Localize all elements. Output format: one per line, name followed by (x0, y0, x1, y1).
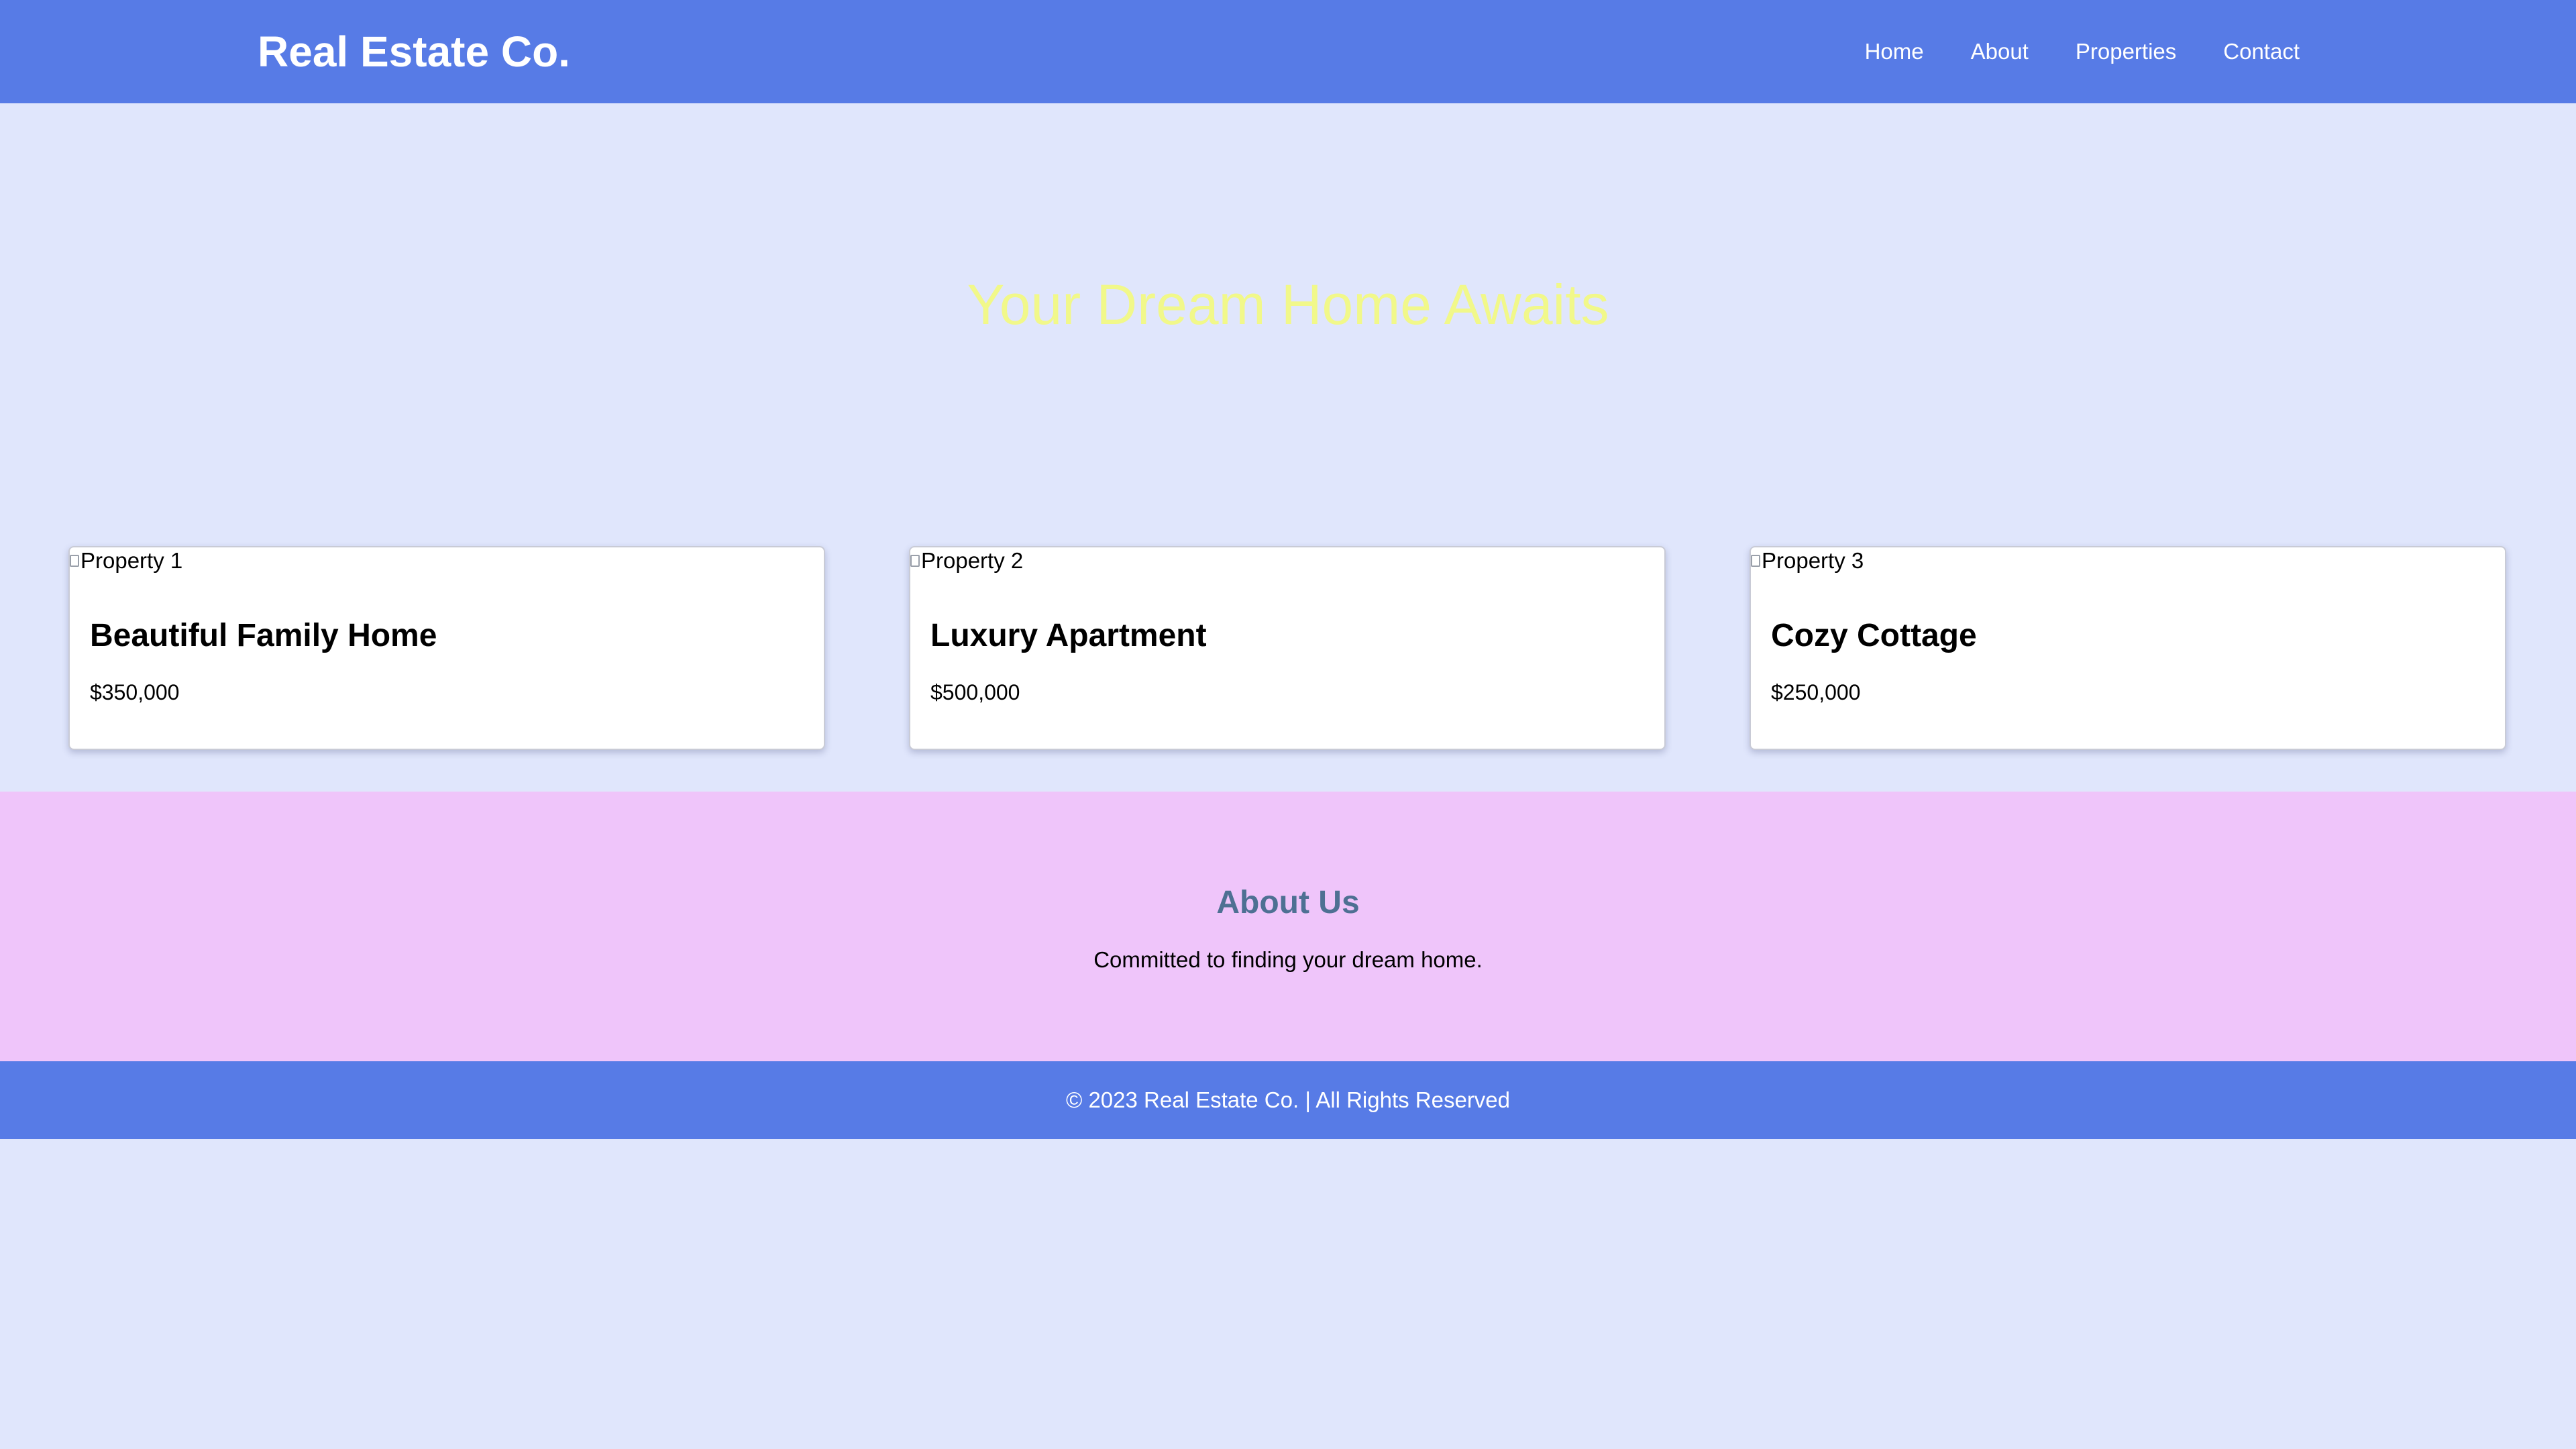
main-nav: Home About Properties Contact (1818, 38, 2300, 66)
property-card[interactable]: Property 1 Beautiful Family Home $350,00… (68, 546, 825, 750)
property-card[interactable]: Property 3 Cozy Cottage $250,000 (1750, 546, 2506, 750)
site-header: Real Estate Co. Home About Properties Co… (0, 0, 2576, 103)
nav-link-contact[interactable]: Contact (2223, 38, 2300, 66)
property-image: Property 1 (70, 547, 182, 574)
broken-image-icon (1751, 555, 1760, 567)
nav-link-home[interactable]: Home (1865, 38, 1924, 66)
hero-section: Your Dream Home Awaits (0, 103, 2576, 547)
property-title: Luxury Apartment (930, 618, 1207, 653)
about-text: Committed to finding your dream home. (1093, 947, 1483, 972)
nav-link-about[interactable]: About (1971, 38, 2029, 66)
property-image-alt: Property 1 (80, 548, 183, 573)
property-title: Beautiful Family Home (90, 618, 437, 653)
about-title: About Us (1216, 885, 1360, 920)
property-image-alt: Property 2 (921, 548, 1024, 573)
property-price: $250,000 (1771, 680, 1861, 704)
about-section: About Us Committed to finding your dream… (0, 792, 2576, 1061)
hero-title: Your Dream Home Awaits (967, 273, 1609, 336)
property-card[interactable]: Property 2 Luxury Apartment $500,000 (909, 546, 1666, 750)
broken-image-icon (70, 555, 79, 567)
property-image: Property 3 (1751, 547, 1864, 574)
property-price: $350,000 (90, 680, 180, 704)
footer-copyright: © 2023 Real Estate Co. | All Rights Rese… (1065, 1087, 1511, 1112)
nav-link-properties[interactable]: Properties (2076, 38, 2176, 66)
property-title: Cozy Cottage (1771, 618, 1977, 653)
property-image: Property 2 (910, 547, 1023, 574)
property-image-alt: Property 3 (1762, 548, 1864, 573)
site-footer: © 2023 Real Estate Co. | All Rights Rese… (0, 1061, 2576, 1139)
broken-image-icon (910, 555, 920, 567)
brand-logo[interactable]: Real Estate Co. (258, 25, 570, 78)
property-price: $500,000 (930, 680, 1020, 704)
